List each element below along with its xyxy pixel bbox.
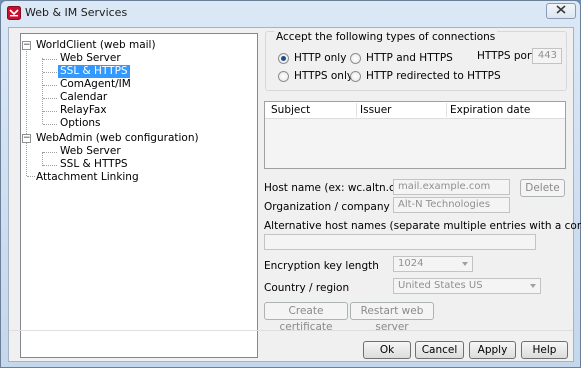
- country-select[interactable]: United States US: [393, 278, 541, 294]
- radio-https-only[interactable]: HTTPS only: [278, 70, 353, 82]
- radio-label: HTTP only: [294, 52, 347, 64]
- tree-line: [42, 152, 43, 166]
- cancel-button[interactable]: Cancel: [415, 341, 464, 359]
- tree-line: [43, 85, 57, 86]
- tree-line: [43, 72, 57, 73]
- tree-item-options[interactable]: Options: [58, 117, 103, 130]
- collapse-icon[interactable]: −: [22, 134, 31, 143]
- tree-item-webadmin-web-server[interactable]: Web Server: [58, 145, 123, 158]
- title-bar[interactable]: Web & IM Services: [1, 1, 580, 25]
- radio-label: HTTP redirected to HTTPS: [366, 70, 501, 82]
- dialog-window: Web & IM Services − WorldClient (web mai…: [0, 0, 581, 368]
- alt-host-names-input[interactable]: [264, 234, 536, 250]
- radio-http-only[interactable]: HTTP only: [278, 52, 346, 64]
- radio-http-redirected[interactable]: HTTP redirected to HTTPS: [350, 70, 501, 82]
- dialog-body: − WorldClient (web mail) Web Server SSL …: [8, 27, 581, 363]
- dialog-footer: Ok Cancel Apply Help: [9, 330, 573, 363]
- tree-item-ssl-https[interactable]: SSL & HTTPS: [58, 65, 130, 78]
- tree-line: [43, 59, 57, 60]
- certificate-list-header: Subject Issuer Expiration date: [265, 102, 565, 119]
- host-name-input[interactable]: mail.example.com: [393, 179, 510, 195]
- tree-item-comagent[interactable]: ComAgent/IM: [58, 78, 133, 91]
- column-divider: [356, 103, 357, 117]
- connection-types-group: Accept the following types of connection…: [265, 31, 567, 91]
- radio-http-and-https[interactable]: HTTP and HTTPS: [350, 52, 453, 64]
- apply-button[interactable]: Apply: [469, 341, 516, 359]
- radio-button[interactable]: [278, 52, 289, 64]
- column-divider: [446, 103, 447, 117]
- chevron-down-icon: [462, 262, 468, 266]
- tree-line: [43, 98, 57, 99]
- radio-label: HTTP and HTTPS: [366, 52, 453, 64]
- tree-item-calendar[interactable]: Calendar: [58, 91, 109, 104]
- close-icon: [556, 5, 566, 17]
- group-caption: Accept the following types of connection…: [274, 31, 498, 43]
- organization-input[interactable]: Alt-N Technologies: [393, 197, 510, 213]
- collapse-icon[interactable]: −: [22, 41, 31, 50]
- create-certificate-button[interactable]: Create certificate: [264, 302, 348, 333]
- app-icon: [7, 6, 21, 20]
- settings-tree[interactable]: − WorldClient (web mail) Web Server SSL …: [20, 33, 258, 358]
- tree-item-webadmin[interactable]: WebAdmin (web configuration): [34, 132, 201, 145]
- column-subject[interactable]: Subject: [271, 104, 310, 116]
- tree-item-web-server[interactable]: Web Server: [58, 52, 123, 65]
- tree-line: [43, 124, 57, 125]
- certificate-list[interactable]: Subject Issuer Expiration date: [264, 101, 566, 169]
- ok-button[interactable]: Ok: [363, 341, 411, 359]
- country-label: Country / region: [264, 282, 350, 294]
- window-title: Web & IM Services: [25, 6, 128, 19]
- alt-host-names-label: Alternative host names (separate multipl…: [264, 220, 581, 232]
- column-issuer[interactable]: Issuer: [360, 104, 391, 116]
- tree-item-attachment-linking[interactable]: Attachment Linking: [34, 171, 141, 184]
- key-length-label: Encryption key length: [264, 260, 379, 272]
- tree-line: [26, 45, 27, 176]
- tree-line: [43, 111, 57, 112]
- https-port-label: HTTPS port: [477, 50, 536, 62]
- radio-label: HTTPS only: [294, 70, 354, 82]
- help-button[interactable]: Help: [521, 341, 568, 359]
- close-button[interactable]: [546, 3, 576, 19]
- radio-button[interactable]: [350, 52, 361, 64]
- restart-web-server-button[interactable]: Restart web server: [350, 302, 434, 333]
- tree-line: [42, 58, 43, 124]
- key-length-value: 1024: [398, 258, 424, 269]
- chevron-down-icon: [530, 284, 536, 288]
- key-length-select[interactable]: 1024: [393, 256, 473, 272]
- column-expiration-date[interactable]: Expiration date: [450, 104, 530, 116]
- radio-button[interactable]: [278, 70, 289, 82]
- tree-line: [43, 152, 57, 153]
- https-port-input[interactable]: 443: [532, 48, 562, 64]
- delete-button[interactable]: Delete: [520, 179, 565, 197]
- tree-line: [43, 165, 57, 166]
- country-value: United States US: [398, 280, 483, 291]
- tree-item-relayfax[interactable]: RelayFax: [58, 104, 109, 117]
- tree-item-webadmin-ssl-https[interactable]: SSL & HTTPS: [58, 158, 130, 171]
- radio-button[interactable]: [350, 70, 361, 82]
- tree-item-worldclient[interactable]: WorldClient (web mail): [34, 39, 158, 52]
